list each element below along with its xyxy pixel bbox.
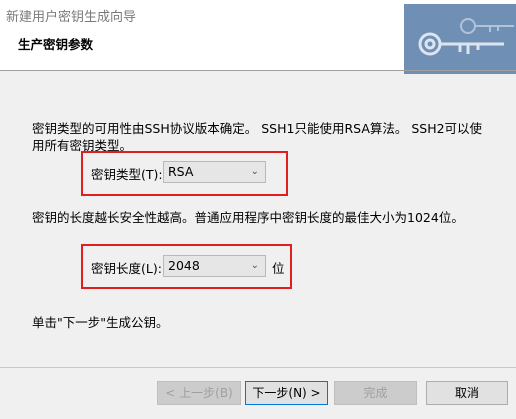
key-length-label: 密钥长度(L): [91, 261, 162, 276]
key-type-description: 密钥类型的可用性由SSH协议版本确定。 SSH1只能使用RSA算法。 SSH2可… [32, 121, 483, 153]
chevron-down-icon: ⌄ [250, 166, 259, 177]
cancel-button[interactable]: 取消 [426, 381, 508, 405]
page-heading: 生产密钥参数 [18, 37, 94, 52]
key-length-unit: 位 [272, 261, 285, 276]
finish-button[interactable]: 完成 [334, 381, 417, 405]
key-length-select[interactable]: 2048 ⌄ [163, 255, 266, 277]
next-button[interactable]: 下一步(N) > [245, 381, 328, 405]
wizard-header: 生产密钥参数 [0, 4, 516, 74]
back-button[interactable]: < 上一步(B) [157, 381, 241, 405]
key-length-description: 密钥的长度越长安全性越高。普通应用程序中密钥长度的最佳大小为1024位。 [32, 210, 464, 225]
key-type-value: RSA [168, 164, 194, 179]
next-step-hint: 单击"下一步"生成公钥。 [32, 315, 169, 330]
key-icon [404, 4, 516, 74]
header-divider [0, 70, 516, 71]
key-length-value: 2048 [168, 258, 200, 273]
footer-divider [0, 367, 516, 368]
key-type-select[interactable]: RSA ⌄ [163, 161, 266, 183]
key-type-label: 密钥类型(T): [91, 167, 163, 182]
window-title: 新建用户密钥生成向导 [6, 10, 137, 25]
chevron-down-icon: ⌄ [250, 260, 259, 271]
